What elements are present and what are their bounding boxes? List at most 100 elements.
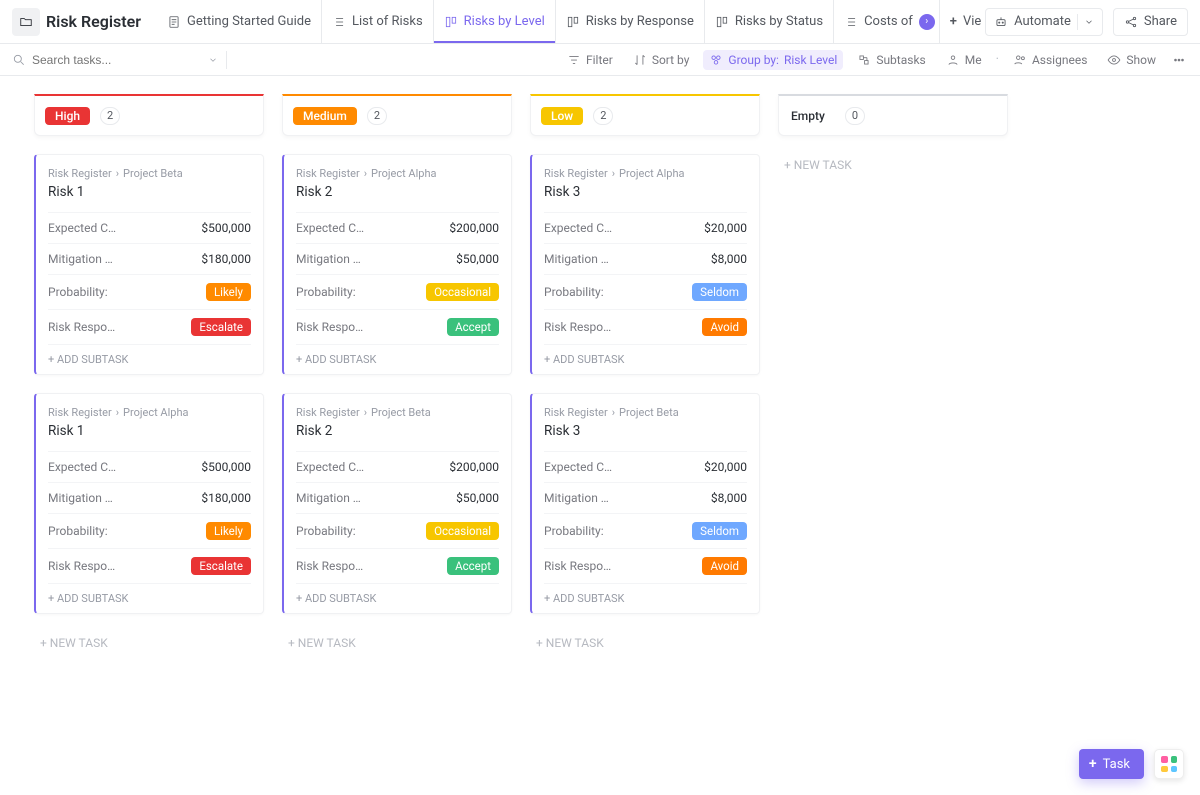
add-subtask-button[interactable]: + ADD SUBTASK (296, 344, 499, 374)
automate-button[interactable]: Automate (985, 8, 1103, 36)
chevron-down-icon[interactable] (208, 53, 218, 67)
tool-label: Assignees (1032, 53, 1087, 67)
tab-label: Costs of (864, 14, 913, 29)
tool-label: Show (1126, 53, 1156, 67)
add-view-button[interactable]: + View (940, 0, 981, 43)
field-value: $180,000 (201, 252, 251, 266)
column-header[interactable]: Medium2 (282, 94, 512, 136)
field-value: $200,000 (449, 221, 499, 235)
apps-fab[interactable] (1154, 749, 1184, 779)
tab-risks-by-response[interactable]: Risks by Response (556, 0, 705, 43)
field-tag: Avoid (702, 557, 747, 575)
board-column: High2 Risk Register›Project BetaRisk 1Exp… (34, 94, 264, 654)
person-icon (946, 53, 960, 67)
task-card[interactable]: Risk Register›Project Alpha Risk 2 Expecte… (282, 154, 512, 375)
card-field-row: Risk Respo…Accept (296, 548, 499, 583)
card-field-row: Risk Respo…Accept (296, 309, 499, 344)
task-card[interactable]: Risk Register›Project BetaRisk 1Expected… (34, 154, 264, 375)
new-task-button[interactable]: + NEW TASK (778, 154, 1008, 176)
chevron-right-icon[interactable]: › (919, 14, 935, 30)
field-tag: Avoid (702, 318, 747, 336)
column-header[interactable]: Low2 (530, 94, 760, 136)
header-actions: Automate Share (985, 8, 1188, 36)
add-subtask-button[interactable]: + ADD SUBTASK (48, 344, 251, 374)
people-icon (1013, 53, 1027, 67)
task-card[interactable]: Risk Register›Project BetaRisk 3Expected… (530, 393, 760, 614)
tool-label: Sort by (652, 53, 690, 67)
field-tag: Likely (206, 283, 251, 301)
add-subtask-button[interactable]: + ADD SUBTASK (296, 583, 499, 613)
more-icon (1172, 53, 1186, 67)
breadcrumb: Risk Register›Project Beta (48, 167, 251, 180)
breadcrumb: Risk Register›Project Beta (544, 406, 747, 419)
new-task-button[interactable]: + NEW TASK (282, 632, 512, 654)
column-count: 2 (593, 107, 613, 125)
subtasks-button[interactable]: Subtasks (851, 50, 931, 70)
column-header[interactable]: High2 (34, 94, 264, 136)
tab-label: List of Risks (352, 14, 423, 29)
card-title: Risk 3 (544, 184, 747, 200)
tab-risks-by-level[interactable]: Risks by Level (434, 0, 556, 43)
card-field-row: Probability: Likely (48, 274, 251, 309)
tab-label: Risks by Status (735, 14, 823, 29)
groupby-value: Risk Level (784, 53, 837, 67)
field-label: Expected C… (48, 221, 118, 235)
field-label: Mitigation … (296, 491, 366, 505)
field-label: Mitigation … (48, 491, 118, 505)
show-button[interactable]: Show (1101, 50, 1162, 70)
card-field-row: Expected C… $200,000 (296, 212, 499, 243)
tab-risks-by-status[interactable]: Risks by Status (705, 0, 834, 43)
search-input[interactable] (32, 53, 162, 67)
folder-icon[interactable] (12, 8, 40, 36)
new-task-button[interactable]: + NEW TASK (34, 632, 264, 654)
fab-area: + Task (1079, 749, 1184, 779)
assignees-button[interactable]: Assignees (1007, 50, 1093, 70)
new-task-button[interactable]: + NEW TASK (530, 632, 760, 654)
task-card[interactable]: Risk Register›Project AlphaRisk 3Expecte… (530, 154, 760, 375)
card-field-row: Expected C…$500,000 (48, 451, 251, 482)
filter-button[interactable]: Filter (561, 50, 619, 70)
breadcrumb: Risk Register›Project Alpha (296, 167, 499, 180)
field-label: Probability: (544, 524, 614, 538)
field-tag: Seldom (692, 283, 747, 301)
field-label: Probability: (296, 524, 366, 538)
field-tag: Escalate (191, 557, 251, 575)
groupby-button[interactable]: Group by: Risk Level (703, 50, 843, 70)
me-button[interactable]: Me (940, 50, 988, 70)
tab-label: Risks by Response (586, 14, 694, 29)
column-count: 0 (845, 107, 865, 125)
new-task-fab[interactable]: + Task (1079, 749, 1144, 779)
task-card[interactable]: Risk Register›Project BetaRisk 2Expected… (282, 393, 512, 614)
task-card[interactable]: Risk Register›Project AlphaRisk 1Expecte… (34, 393, 264, 614)
add-subtask-button[interactable]: + ADD SUBTASK (48, 583, 251, 613)
tab-list-of-risks[interactable]: List of Risks (322, 0, 434, 43)
sortby-button[interactable]: Sort by (627, 50, 696, 70)
card-field-row: Risk Respo…Avoid (544, 548, 747, 583)
field-label: Risk Respo… (48, 559, 118, 573)
tab-costs[interactable]: Costs of › (834, 0, 940, 43)
board-column: Low2 Risk Register›Project AlphaRisk 3Exp… (530, 94, 760, 654)
more-button[interactable] (1170, 50, 1188, 70)
column-header[interactable]: Empty 0 (778, 94, 1008, 136)
field-label: Mitigation … (544, 491, 614, 505)
board-column: Medium2 Risk Register›Project Alpha Risk 2… (282, 94, 512, 654)
field-tag: Escalate (191, 318, 251, 336)
button-label: Share (1144, 14, 1177, 29)
card-title: Risk 2 (296, 184, 499, 200)
field-tag: Accept (447, 318, 499, 336)
add-subtask-button[interactable]: + ADD SUBTASK (544, 583, 747, 613)
add-subtask-button[interactable]: + ADD SUBTASK (544, 344, 747, 374)
column-pill: Empty (789, 107, 835, 125)
field-tag: Occasional (426, 283, 499, 301)
breadcrumb: Risk Register›Project Alpha (48, 406, 251, 419)
tab-getting-started[interactable]: Getting Started Guide (157, 0, 322, 43)
field-label: Probability: (48, 285, 118, 299)
column-count: 2 (100, 107, 120, 125)
share-button[interactable]: Share (1113, 8, 1188, 36)
search-box[interactable] (12, 53, 218, 67)
field-value: $50,000 (456, 491, 499, 505)
field-label: Expected C… (544, 221, 614, 235)
field-tag: Occasional (426, 522, 499, 540)
field-label: Expected C… (296, 221, 366, 235)
card-field-row: Expected C…$500,000 (48, 212, 251, 243)
